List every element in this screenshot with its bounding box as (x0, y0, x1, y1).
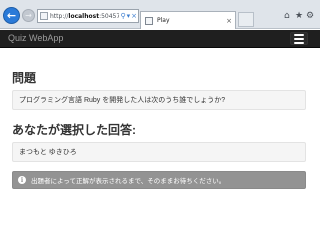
search-icon[interactable]: ⚲ (120, 10, 125, 22)
forward-arrow-icon[interactable]: → (22, 9, 35, 22)
question-well: プログラミング言語 Ruby を開発した人は次のうち誰でしょうか? (12, 90, 306, 110)
address-tools: ⚲ ▾ × (119, 10, 137, 22)
url-host: localhost (68, 12, 100, 20)
answer-well: まつもと ゆきひろ (12, 142, 306, 162)
answer-heading: あなたが選択した回答: (12, 123, 136, 137)
info-icon: i (18, 176, 26, 184)
hamburger-bar-icon (294, 41, 304, 44)
dropdown-icon[interactable]: ▾ (127, 10, 131, 22)
hamburger-bar-icon (294, 33, 304, 36)
menu-toggle-button[interactable] (290, 32, 308, 45)
app-navbar: Quiz WebApp (0, 30, 320, 48)
new-tab-button[interactable] (238, 12, 254, 27)
info-alert: i 出題者によって正解が表示されるまで、そのままお待ちください。 (12, 171, 306, 189)
tab-favicon-icon (145, 16, 153, 25)
back-arrow-icon[interactable]: ← (3, 7, 20, 24)
home-icon[interactable]: ⌂ (284, 11, 290, 21)
close-icon[interactable]: × (131, 10, 137, 22)
tab-close-icon[interactable]: × (226, 17, 232, 25)
navbar-brand[interactable]: Quiz WebApp (8, 33, 63, 43)
address-bar[interactable]: http://localhost:50457/Pla ⚲ ▾ × (37, 9, 139, 23)
question-heading: 問題 (12, 71, 37, 85)
gear-icon[interactable]: ⚙ (306, 11, 314, 21)
alert-text: 出題者によって正解が表示されるまで、そのままお待ちください。 (31, 178, 226, 185)
url-prefix: http:// (50, 12, 69, 20)
tab-title: Play (157, 17, 170, 24)
hamburger-bar-icon (294, 37, 304, 40)
browser-toolbar: ← → http://localhost:50457/Pla ⚲ ▾ × Pla… (0, 0, 320, 29)
browser-tab[interactable]: Play × (140, 11, 236, 29)
page-icon (40, 12, 48, 20)
answer-text: まつもと ゆきひろ (19, 149, 77, 156)
question-text: プログラミング言語 Ruby を開発した人は次のうち誰でしょうか? (19, 97, 226, 104)
star-icon[interactable]: ★ (295, 11, 303, 21)
